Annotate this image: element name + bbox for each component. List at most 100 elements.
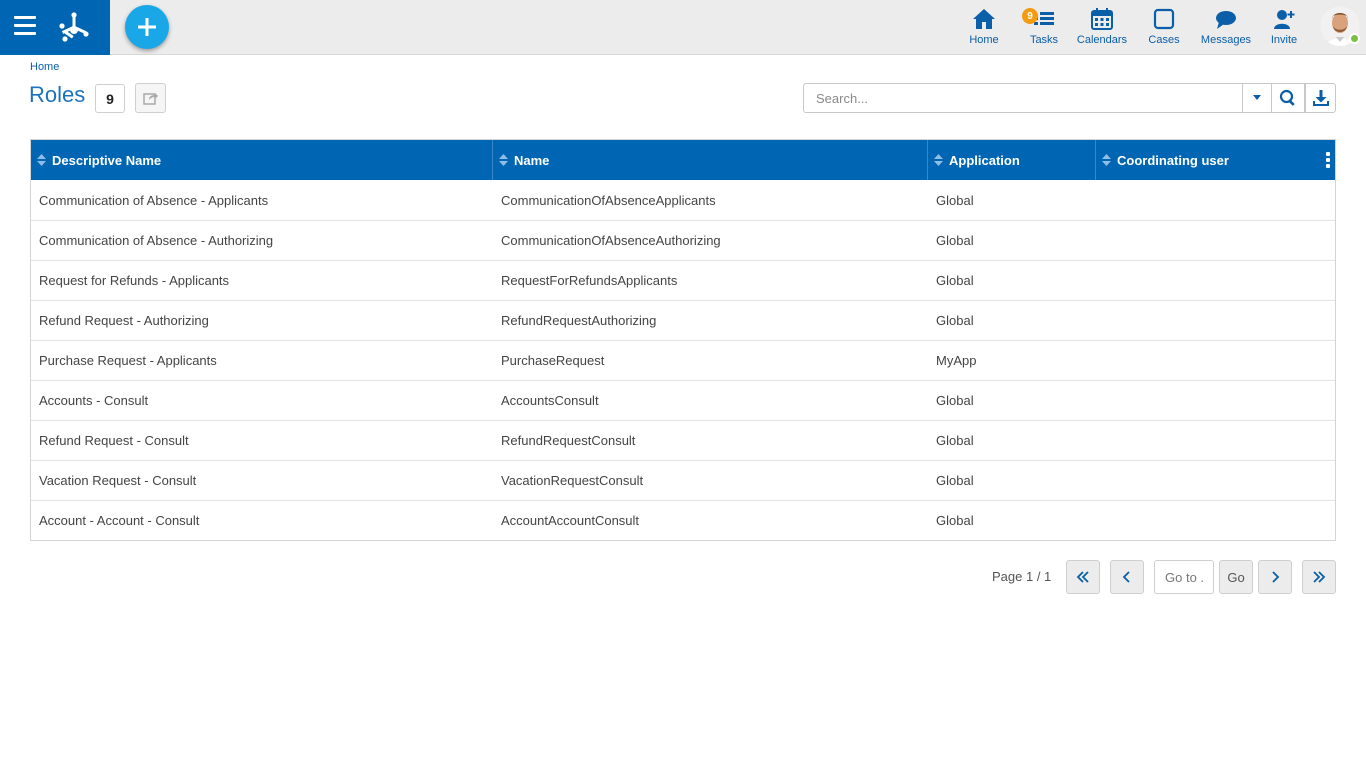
nav-home-label: Home bbox=[969, 34, 999, 46]
sort-icon bbox=[934, 154, 943, 166]
previous-page-button[interactable] bbox=[1110, 560, 1144, 594]
cell-application: Global bbox=[936, 393, 974, 408]
double-chevron-left-icon bbox=[1076, 571, 1089, 583]
table-header: Descriptive Name Name Application Coordi… bbox=[31, 140, 1335, 180]
nav-calendars[interactable]: Calendars bbox=[1076, 6, 1128, 50]
download-button[interactable] bbox=[1305, 83, 1336, 113]
table-row[interactable]: Purchase Request - Applicants PurchaseRe… bbox=[31, 340, 1335, 380]
table-row[interactable]: Vacation Request - Consult VacationReque… bbox=[31, 460, 1335, 500]
cell-application: Global bbox=[936, 233, 974, 248]
nav-home[interactable]: Home bbox=[966, 6, 1002, 50]
nav-tasks-label: Tasks bbox=[1029, 34, 1059, 46]
column-header-descriptive-name[interactable]: Descriptive Name bbox=[31, 140, 493, 180]
cell-application: Global bbox=[936, 473, 974, 488]
cell-coordinating-user bbox=[1096, 261, 1335, 300]
cell-name: VacationRequestConsult bbox=[501, 473, 644, 488]
share-icon bbox=[142, 93, 158, 105]
nav-cases-label: Cases bbox=[1148, 34, 1180, 46]
cell-name: PurchaseRequest bbox=[501, 353, 605, 368]
last-page-button[interactable] bbox=[1302, 560, 1336, 594]
cell-application: Global bbox=[936, 313, 974, 328]
cell-coordinating-user bbox=[1096, 501, 1335, 540]
first-page-button[interactable] bbox=[1066, 560, 1100, 594]
table-row[interactable]: Refund Request - Authorizing RefundReque… bbox=[31, 300, 1335, 340]
cell-descriptive-name: Accounts - Consult bbox=[39, 393, 149, 408]
chevron-right-icon bbox=[1272, 571, 1280, 583]
cell-name: AccountAccountConsult bbox=[501, 513, 640, 528]
cell-application: Global bbox=[936, 513, 974, 528]
sort-icon bbox=[1102, 154, 1111, 166]
search-button[interactable] bbox=[1271, 83, 1305, 113]
table-row[interactable]: Request for Refunds - Applicants Request… bbox=[31, 260, 1335, 300]
next-page-button[interactable] bbox=[1258, 560, 1292, 594]
chevron-left-icon bbox=[1122, 571, 1130, 583]
table-row[interactable]: Communication of Absence - Applicants Co… bbox=[31, 180, 1335, 220]
table-row[interactable]: Refund Request - Consult RefundRequestCo… bbox=[31, 420, 1335, 460]
caret-down-icon bbox=[1253, 95, 1261, 100]
breadcrumb[interactable]: Home bbox=[30, 61, 59, 73]
logo-icon[interactable] bbox=[56, 8, 92, 44]
menu-icon[interactable] bbox=[14, 16, 36, 36]
cell-descriptive-name: Refund Request - Consult bbox=[39, 433, 189, 448]
cell-descriptive-name: Request for Refunds - Applicants bbox=[39, 273, 230, 288]
nav-messages[interactable]: Messages bbox=[1199, 6, 1253, 50]
search-input[interactable] bbox=[803, 83, 1243, 113]
nav-tasks[interactable]: 9 Tasks bbox=[1022, 6, 1062, 50]
cell-application: Global bbox=[936, 192, 974, 208]
cell-application: Global bbox=[936, 433, 974, 448]
column-header-label: Descriptive Name bbox=[52, 152, 162, 168]
cell-name: CommunicationOfAbsenceAuthorizing bbox=[501, 233, 721, 248]
roles-table: Descriptive Name Name Application Coordi… bbox=[30, 139, 1336, 541]
plus-icon bbox=[138, 18, 156, 36]
cell-application: MyApp bbox=[936, 353, 977, 368]
column-header-label: Name bbox=[514, 152, 550, 168]
cell-descriptive-name: Refund Request - Authorizing bbox=[39, 313, 209, 328]
cell-descriptive-name: Vacation Request - Consult bbox=[39, 473, 197, 488]
add-button[interactable] bbox=[125, 5, 169, 49]
nav-messages-label: Messages bbox=[1200, 34, 1252, 46]
online-status-indicator bbox=[1349, 33, 1360, 44]
table-row[interactable]: Accounts - Consult AccountsConsult Globa… bbox=[31, 380, 1335, 420]
nav-invite-label: Invite bbox=[1270, 34, 1298, 46]
tasks-badge: 9 bbox=[1022, 8, 1038, 24]
record-count-badge: 9 bbox=[95, 84, 125, 113]
cell-coordinating-user bbox=[1096, 221, 1335, 260]
cell-coordinating-user bbox=[1096, 461, 1335, 500]
nav-calendars-label: Calendars bbox=[1076, 34, 1128, 46]
cell-coordinating-user bbox=[1096, 381, 1335, 420]
cell-name: RequestForRefundsApplicants bbox=[501, 273, 678, 288]
column-header-coordinating-user[interactable]: Coordinating user bbox=[1096, 140, 1335, 180]
cell-descriptive-name: Purchase Request - Applicants bbox=[39, 353, 217, 368]
search-options-dropdown[interactable] bbox=[1242, 83, 1272, 113]
brand-area bbox=[0, 0, 110, 55]
column-header-label: Application bbox=[949, 152, 1020, 168]
cell-name: CommunicationOfAbsenceApplicants bbox=[501, 192, 716, 208]
sort-icon bbox=[37, 154, 46, 166]
top-bar: Home 9 Tasks Calendars Cases Messages In… bbox=[0, 0, 1366, 55]
sort-icon bbox=[499, 154, 508, 166]
cell-name: RefundRequestAuthorizing bbox=[501, 313, 657, 328]
cell-coordinating-user bbox=[1096, 421, 1335, 460]
cell-name: AccountsConsult bbox=[501, 393, 599, 408]
cases-icon bbox=[1153, 8, 1175, 30]
cell-descriptive-name: Communication of Absence - Applicants bbox=[39, 192, 269, 208]
cell-descriptive-name: Account - Account - Consult bbox=[39, 513, 200, 528]
page-title: Roles bbox=[29, 82, 86, 107]
table-row[interactable]: Communication of Absence - Authorizing C… bbox=[31, 220, 1335, 260]
cell-coordinating-user bbox=[1096, 180, 1335, 220]
go-to-page-input[interactable] bbox=[1154, 560, 1214, 594]
column-header-application[interactable]: Application bbox=[928, 140, 1096, 180]
nav-invite[interactable]: Invite bbox=[1266, 6, 1302, 50]
column-header-label: Coordinating user bbox=[1117, 152, 1229, 168]
nav-cases[interactable]: Cases bbox=[1146, 6, 1182, 50]
share-button[interactable] bbox=[135, 83, 166, 113]
calendar-icon bbox=[1091, 8, 1113, 30]
column-header-name[interactable]: Name bbox=[493, 140, 928, 180]
cell-coordinating-user bbox=[1096, 301, 1335, 340]
table-body: Communication of Absence - Applicants Co… bbox=[31, 180, 1335, 540]
go-button[interactable]: Go bbox=[1219, 560, 1253, 594]
double-chevron-right-icon bbox=[1313, 571, 1326, 583]
table-row[interactable]: Account - Account - Consult AccountAccou… bbox=[31, 500, 1335, 540]
cell-application: Global bbox=[936, 273, 974, 288]
column-options-icon[interactable] bbox=[1326, 152, 1330, 168]
